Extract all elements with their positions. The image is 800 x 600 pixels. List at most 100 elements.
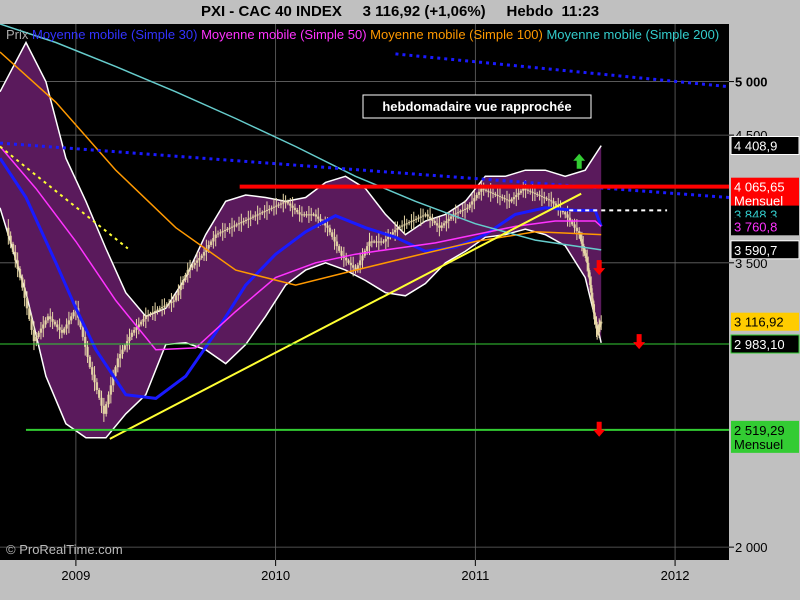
candle-body: [200, 255, 203, 258]
candle-body: [384, 239, 388, 242]
candle-body: [489, 191, 492, 193]
candle-body: [228, 227, 231, 229]
candle-body: [482, 188, 485, 190]
legend-item: Moyenne mobile (Simple 200): [546, 27, 719, 42]
legend-item: Moyenne mobile (Simple 100): [370, 27, 546, 42]
candle-body: [459, 211, 462, 213]
candle-body: [391, 232, 394, 235]
candle-body: [132, 329, 136, 333]
candle-body: [468, 204, 471, 208]
candle-body: [386, 236, 390, 240]
candle-body: [403, 224, 406, 226]
candle-body: [524, 188, 527, 190]
candle-body: [412, 219, 415, 222]
candle-body: [104, 404, 108, 414]
time-axis[interactable]: 2009 2010 2011 2012: [0, 560, 729, 600]
candle-body: [91, 367, 94, 375]
candle-body: [475, 194, 478, 199]
candle-body: [340, 250, 343, 256]
price-label-value: 2 519,29: [734, 423, 785, 438]
candle-body: [284, 201, 287, 203]
candle-body: [118, 353, 122, 359]
candle-body: [519, 190, 523, 193]
candle-body: [86, 346, 89, 357]
chart-title: PXI - CAC 40 INDEX 3 116,92 (+1,06%) Heb…: [200, 3, 600, 20]
candle-body: [550, 200, 553, 202]
candle-body: [60, 329, 64, 333]
candle-body: [216, 233, 220, 235]
candle-body: [480, 188, 483, 192]
candle-body: [149, 313, 152, 315]
candle-body: [575, 227, 579, 232]
candle-body: [291, 205, 294, 208]
candle-body: [202, 252, 206, 256]
candle-body: [487, 190, 490, 192]
candle-body: [256, 214, 259, 216]
price-axis[interactable]: 5 000 4 500 3 500 2 000 4 408,9 4 065,65 Mensu…: [729, 24, 800, 560]
candle-body: [417, 217, 420, 219]
legend-item: Moyenne mobile (Simple 50): [201, 27, 370, 42]
candle-body: [160, 307, 164, 309]
time-axis-svg: 2009 2010 2011 2012: [61, 560, 690, 583]
candle-body: [405, 223, 408, 225]
candle-body: [114, 367, 117, 377]
candle-body: [428, 216, 432, 219]
candle-body: [419, 216, 422, 218]
price-label-value: 3 760,8: [734, 219, 777, 234]
candle-body: [379, 241, 383, 243]
candle-body: [324, 223, 327, 226]
candle-body: [410, 221, 413, 223]
candle-body: [212, 238, 215, 242]
candle-body: [298, 212, 301, 215]
axis-corner: [729, 560, 800, 600]
candle-body: [146, 314, 150, 317]
candle-body: [368, 241, 371, 247]
candle-body: [107, 394, 110, 405]
price-chart-area[interactable]: hebdomadaire vue rapprochée Prix Moyenne …: [0, 24, 729, 560]
annotation-text: hebdomadaire vue rapprochée: [382, 99, 571, 114]
candle-body: [167, 303, 171, 305]
candle-body: [421, 215, 425, 217]
candle-body: [358, 260, 362, 266]
candle-body: [37, 332, 40, 337]
candle-body: [307, 214, 311, 216]
candle-body: [240, 222, 243, 224]
candle-body: [382, 241, 385, 243]
candle-body: [207, 244, 210, 249]
candle-body: [11, 243, 15, 253]
candle-body: [209, 241, 213, 245]
candle-body: [494, 193, 497, 195]
candle-body: [517, 192, 520, 195]
price-chart-svg[interactable]: hebdomadaire vue rapprochée Prix Moyenne …: [0, 24, 729, 560]
candle-body: [447, 218, 450, 222]
candle-body: [158, 308, 161, 310]
candle-body: [18, 268, 22, 278]
candle-body: [249, 217, 252, 219]
candle-body: [351, 265, 355, 268]
candle-body: [289, 203, 292, 206]
candle-body: [599, 321, 603, 324]
candle-body: [547, 199, 551, 201]
candle-body: [123, 345, 127, 350]
x-tick-label: 2012: [661, 568, 690, 583]
candle-body: [265, 209, 269, 212]
candle-body: [254, 215, 257, 217]
price-label-value: 4 065,65: [734, 180, 785, 195]
candle-body: [407, 222, 411, 224]
candle-body: [536, 193, 539, 195]
x-tick-label: 2009: [61, 568, 90, 583]
candle-body: [63, 328, 66, 333]
candle-body: [286, 201, 290, 204]
candle-body: [14, 252, 17, 261]
candle-body: [454, 213, 457, 215]
candle-body: [233, 225, 236, 227]
candle-body: [449, 216, 453, 219]
candle-body: [540, 196, 544, 198]
candle-body: [100, 397, 103, 406]
candle-body: [344, 257, 348, 261]
candle-body: [81, 327, 85, 337]
candle-body: [188, 267, 192, 271]
candle-body: [564, 212, 567, 215]
candle-body: [515, 194, 518, 198]
candle-body: [431, 218, 434, 222]
